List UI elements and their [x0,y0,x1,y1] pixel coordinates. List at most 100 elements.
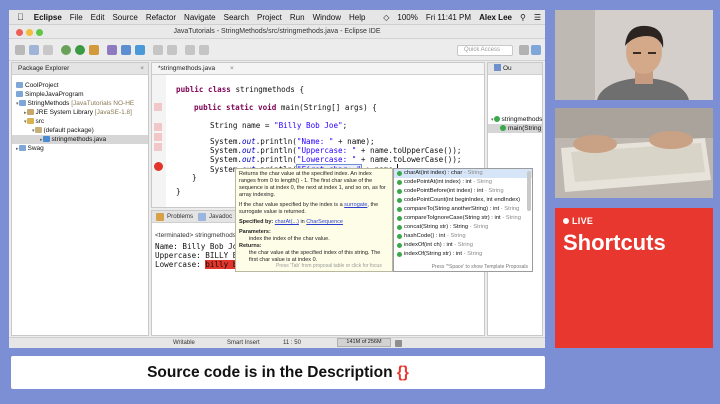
debug-icon[interactable] [61,45,71,55]
proposal-item[interactable]: codePointCount(int beginIndex, int endIn… [394,196,532,205]
back-icon[interactable] [185,45,195,55]
tab-javadoc[interactable]: Javadoc [209,211,232,223]
tree-item-coolproject[interactable]: CoolProject [12,81,148,90]
user-name[interactable]: Alex Lee [475,10,516,25]
notification-icon[interactable]: ☰ [530,10,545,25]
code-text: main(String[] args) { [276,103,377,112]
run-icon[interactable] [75,45,85,55]
content-assist-list[interactable]: charAt(int index) : char - String codePo… [393,168,533,272]
project-folder-icon [16,82,23,88]
javadoc-specified-by: Specified by: charAt(...) in CharSequenc… [239,219,389,226]
code-string: "Name: " [296,137,334,146]
outline-tab-label: Ou [503,65,512,72]
main-toolbar: Quick Access [9,39,545,61]
proposal-type: - String [468,224,489,230]
trash-icon[interactable] [395,340,402,347]
battery-percent[interactable]: 100% [393,10,421,25]
code-line-main: public static void main(String[] args) { [194,103,377,113]
tree-item-suffix: [JavaTutorials NO-HE [71,100,135,107]
charat-link[interactable]: charAt(...) [275,219,299,225]
menu-run[interactable]: Run [286,10,309,25]
menu-window[interactable]: Window [309,10,345,25]
package-explorer-tab[interactable]: Package Explorer × [12,63,148,75]
print-icon[interactable] [43,45,53,55]
new-icon[interactable] [15,45,25,55]
tree-item-label: SimpleJavaProgram [25,91,84,98]
code-text: .println( [255,146,297,155]
code-text: String name = [210,121,275,130]
tree-item-stringmethods[interactable]: ▾ StringMethods [JavaTutorials NO-HE [12,99,148,108]
window-title-bar: JavaTutorials - StringMethods/src/string… [9,25,545,39]
proposal-item[interactable]: codePointAt(int index) : int - String [394,178,532,187]
proposal-item[interactable]: indexOf(String str) : int - String [394,250,532,259]
menu-edit[interactable]: Edit [87,10,109,25]
quick-access-input[interactable]: Quick Access [457,45,513,56]
proposal-item[interactable]: concat(String str) : String - String [394,223,532,232]
problems-icon [156,213,164,221]
proposal-scrollbar[interactable] [527,171,531,211]
class-icon [493,116,500,122]
outline-item-label: main(String [508,125,542,132]
tree-item-label: stringmethods.java [51,136,107,143]
tree-item-simplejavaprogram[interactable]: SimpleJavaProgram [12,90,148,99]
heap-status[interactable]: 141M of 256M [337,338,391,347]
code-keyword: public static void [194,103,277,112]
proposal-item[interactable]: codePointBefore(int index) : int - Strin… [394,187,532,196]
outline-item-class[interactable]: ▾ stringmethods [488,115,542,124]
person-image [555,10,713,100]
external-tools-icon[interactable] [89,45,99,55]
method-icon [397,225,402,230]
proposal-item[interactable]: compareToIgnoreCase(String str) : int - … [394,214,532,223]
open-type-icon[interactable] [153,45,163,55]
editor-tab-label: *stringmethods.java [158,65,216,72]
outline-item-method[interactable]: main(String [488,124,542,133]
save-icon[interactable] [29,45,39,55]
tree-item-swag[interactable]: ▸ Swag [12,144,148,153]
braces-icon: {} [396,364,409,381]
new-package-icon[interactable] [121,45,131,55]
outline-tab[interactable]: Ou [488,63,542,75]
error-icon[interactable] [154,162,163,171]
javadoc-icon [198,213,206,221]
tree-item-default-package[interactable]: ▾ (default package) [12,126,148,135]
menu-search[interactable]: Search [220,10,253,25]
proposal-footer: Press '^Space' to show Template Proposal… [431,264,528,270]
proposal-item[interactable]: indexOf(int ch) : int - String [394,241,532,250]
menu-project[interactable]: Project [253,10,286,25]
menu-refactor[interactable]: Refactor [142,10,180,25]
menu-app-eclipse[interactable]: Eclipse [30,10,66,25]
close-icon[interactable]: × [230,63,234,74]
spotlight-icon[interactable]: ⚲ [516,10,530,25]
tree-item-label: StringMethods [27,100,70,107]
new-java-project-icon[interactable] [107,45,117,55]
java-perspective-icon[interactable] [531,45,541,55]
charsequence-link[interactable]: CharSequence [306,219,343,225]
tree-item-src[interactable]: ▾ src [12,117,148,126]
perspective-icon[interactable] [519,45,529,55]
close-window-button[interactable] [16,29,23,36]
editor-gutter [152,75,166,207]
menu-navigate[interactable]: Navigate [180,10,220,25]
tree-item-jre[interactable]: ▸ JRE System Library [JavaSE-1.8] [12,108,148,117]
proposal-item[interactable]: hashCode() : int - String [394,232,532,241]
proposal-item[interactable]: compareTo(String anotherString) : int - … [394,205,532,214]
surrogate-link[interactable]: surrogate [344,202,367,208]
menu-file[interactable]: File [66,10,87,25]
apple-icon[interactable]:  [9,10,30,25]
menu-help[interactable]: Help [345,10,369,25]
forward-icon[interactable] [199,45,209,55]
zoom-window-button[interactable] [36,29,43,36]
tab-problems[interactable]: Problems [167,211,193,223]
editor-tab[interactable]: *stringmethods.java × [152,63,484,75]
clock[interactable]: Fri 11:41 PM [422,10,475,25]
new-class-icon[interactable] [135,45,145,55]
project-folder-icon [16,91,23,97]
menu-source[interactable]: Source [108,10,141,25]
wifi-icon[interactable]: ◇ [379,10,393,25]
close-icon[interactable]: × [140,63,144,74]
search-icon[interactable] [167,45,177,55]
javadoc-hover[interactable]: Returns the char value at the specified … [235,168,393,272]
minimize-window-button[interactable] [26,29,33,36]
tree-item-stringmethods-java[interactable]: ▸ stringmethods.java [12,135,148,144]
proposal-item[interactable]: charAt(int index) : char - String [394,169,532,178]
